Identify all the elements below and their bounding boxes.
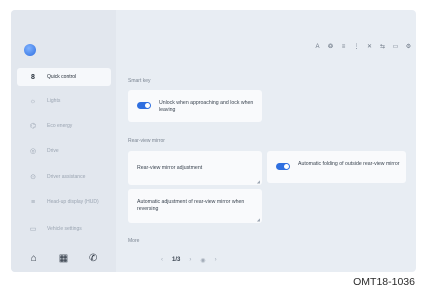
sidebar-item-label: Vehicle settings xyxy=(47,226,82,232)
tools-icon[interactable]: ✕ xyxy=(366,43,373,50)
unlock-label: Unlock when approaching and lock when le… xyxy=(159,100,254,113)
apps-icon[interactable]: ▦ xyxy=(55,253,71,264)
sidebar-item-quick-control[interactable]: 8 Quick control xyxy=(17,68,111,86)
prev-icon[interactable]: ‹ xyxy=(161,257,163,264)
sidebar-item-vehicle-settings[interactable]: ▭ Vehicle settings xyxy=(17,220,111,238)
expand-icon: ◢ xyxy=(256,217,260,222)
pager: ‹ 1/3 › ◉ › xyxy=(161,257,217,264)
section-more: More xyxy=(128,238,140,244)
figure-code: OMT18-1036 xyxy=(353,276,415,288)
bottom-dock: ⌂ ▦ ✆ xyxy=(11,253,116,264)
sidebar-item-label: Quick control xyxy=(47,74,77,80)
mirror-reversing-card[interactable]: Automatic adjustment of rear-view mirror… xyxy=(128,189,262,223)
infotainment-screen: 8 Quick control ☼ Lights ⌬ Eco energy ◎ … xyxy=(11,10,416,272)
tire-icon[interactable]: ❂ xyxy=(327,43,334,50)
auto-folding-label: Automatic folding of outside rear-view m… xyxy=(298,161,400,167)
chevron-right-icon[interactable]: › xyxy=(215,257,217,264)
light-icon: ☼ xyxy=(29,97,37,105)
expand-icon: ◢ xyxy=(256,179,260,184)
auto-icon[interactable]: A xyxy=(314,44,321,50)
section-rear-view-mirror: Rear-view mirror xyxy=(128,138,165,144)
sidebar-item-lights[interactable]: ☼ Lights xyxy=(17,92,111,110)
hud-icon: ≡ xyxy=(30,198,36,206)
screen-icon[interactable]: ▭ xyxy=(392,43,399,50)
steering-icon: ◎ xyxy=(29,148,37,155)
more-icon[interactable]: ⋮ xyxy=(353,43,360,50)
assist-icon: ⊙ xyxy=(30,174,36,181)
settings-icon: ▭ xyxy=(29,226,37,233)
car-icon: 8 xyxy=(31,73,35,81)
auto-folding-toggle[interactable] xyxy=(276,163,290,170)
mirror-adjustment-card[interactable]: Rear-view mirror adjustment ◢ xyxy=(128,151,262,185)
auto-folding-card[interactable]: Automatic folding of outside rear-view m… xyxy=(267,151,406,183)
status-bar: A ❂ ≡ ⋮ ✕ ⇆ ▭ ⚙ xyxy=(314,43,412,51)
sidebar-item-drive[interactable]: ◎ Drive xyxy=(17,142,111,160)
mirror-adjustment-label: Rear-view mirror adjustment xyxy=(137,165,203,171)
mirror-reversing-label: Automatic adjustment of rear-view mirror… xyxy=(137,199,245,212)
sidebar: 8 Quick control ☼ Lights ⌬ Eco energy ◎ … xyxy=(11,10,116,272)
next-icon[interactable]: › xyxy=(189,257,191,264)
menu-icon[interactable]: ≡ xyxy=(340,44,347,50)
home-icon[interactable]: ⌂ xyxy=(26,253,42,264)
sidebar-item-hud[interactable]: ≡ Head-up display (HUD) xyxy=(17,193,111,211)
sidebar-item-label: Driver assistance xyxy=(47,174,86,180)
section-smart-key: Smart key xyxy=(128,78,151,84)
sidebar-item-eco-energy[interactable]: ⌬ Eco energy xyxy=(17,117,111,135)
unlock-toggle[interactable] xyxy=(137,102,151,109)
sidebar-item-label: Drive xyxy=(47,148,59,154)
phone-icon[interactable]: ✆ xyxy=(85,253,101,264)
sidebar-item-label: Eco energy xyxy=(47,123,73,129)
sidebar-item-label: Head-up display (HUD) xyxy=(47,199,99,205)
user-avatar[interactable] xyxy=(24,44,36,56)
page-indicator: 1/3 xyxy=(172,257,181,263)
unlock-card[interactable]: Unlock when approaching and lock when le… xyxy=(128,90,262,122)
gear-icon[interactable]: ⚙ xyxy=(405,43,412,50)
leaf-icon: ⌬ xyxy=(29,123,37,130)
swap-icon[interactable]: ⇆ xyxy=(379,43,386,50)
camera-icon[interactable]: ◉ xyxy=(200,257,205,264)
sidebar-item-label: Lights xyxy=(47,98,61,104)
sidebar-item-driver-assistance[interactable]: ⊙ Driver assistance xyxy=(17,168,111,186)
